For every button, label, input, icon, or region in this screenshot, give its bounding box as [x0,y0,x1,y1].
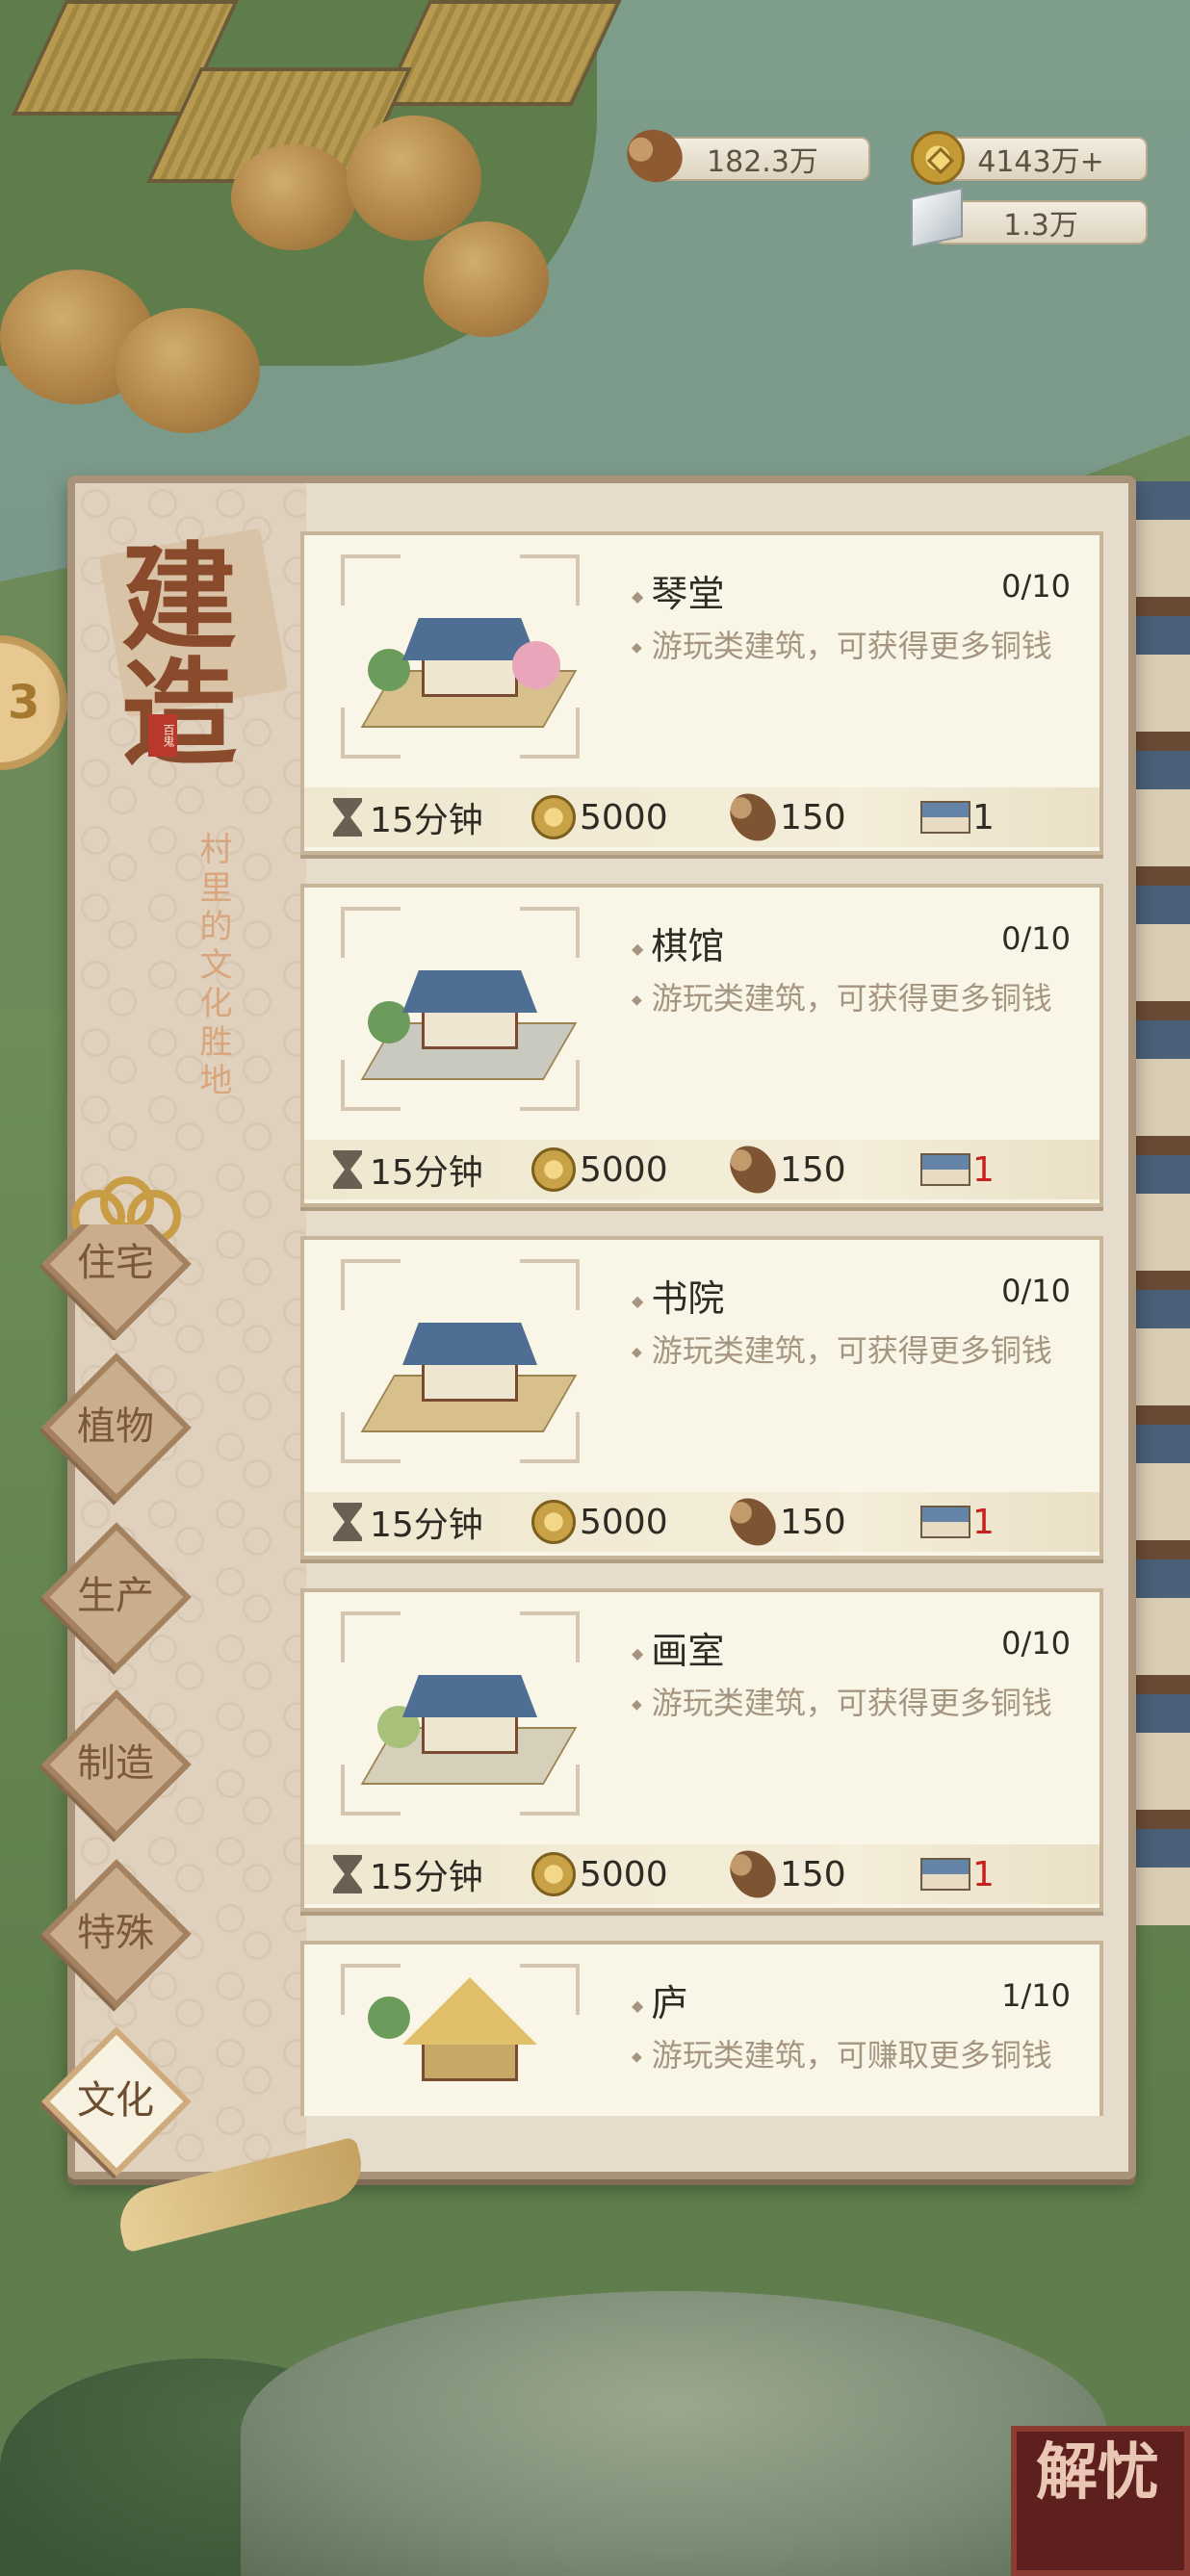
build-title: 建造 百鬼 [98,522,295,772]
tab-label: 制造 [77,1741,154,1786]
house-requirement: 1 [972,797,995,837]
build-time: 15分钟 [370,1858,483,1897]
wood-cost: 150 [780,1502,846,1542]
coin-resource[interactable]: 4143万+ [934,137,1148,181]
coin-cost: 5000 [580,1502,668,1542]
tab-culture[interactable]: 文化 [39,2023,193,2177]
cost-bar: 15分钟 5000 150 1 [304,1843,1099,1905]
house-requirement: 1 [972,1149,995,1190]
build-count: 0/10 [1001,1625,1071,1662]
hourglass-icon [333,1150,362,1189]
building-name: 棋馆 [632,916,724,969]
building-card-huashi[interactable]: 画室 0/10 游玩类建筑，可获得更多铜钱 15分钟 5000 150 1 [300,1588,1103,1912]
copper-coin-icon [531,1147,576,1192]
house-icon [920,1506,970,1538]
building-list[interactable]: 琴堂 0/10 游玩类建筑，可获得更多铜钱 15分钟 5000 150 1 棋馆… [300,526,1103,2116]
wood-log-icon [725,1843,781,1905]
tab-special[interactable]: 特殊 [39,1856,193,2010]
wood-log-icon [725,1139,781,1200]
build-time: 15分钟 [370,1506,483,1545]
hourglass-icon [333,1503,362,1541]
tab-label: 文化 [77,2078,154,2123]
hourglass-icon [333,1855,362,1893]
building-description: 游玩类建筑，可获得更多铜钱 [632,1685,1055,1723]
building-image [360,1660,578,1794]
building-name: 琴堂 [632,564,724,617]
coin-cost: 5000 [580,1854,668,1894]
coin-cost: 5000 [580,1149,668,1190]
cost-bar: 15分钟 5000 150 1 [304,1139,1099,1200]
house-requirement: 1 [972,1502,995,1542]
house-icon [920,1858,970,1891]
tab-label: 生产 [77,1574,154,1618]
tab-manufacturing[interactable]: 制造 [39,1687,193,1841]
copper-coin-icon [911,131,965,185]
hourglass-icon [333,798,362,837]
build-count: 0/10 [1001,920,1071,957]
house-icon [920,801,970,834]
building-name: 书院 [632,1269,724,1322]
panel-title: 建造 [121,530,237,772]
building-card-shuyuan[interactable]: 书院 0/10 游玩类建筑，可获得更多铜钱 15分钟 5000 150 1 [300,1236,1103,1559]
house-requirement: 1 [972,1854,995,1894]
red-seal-stamp: 百鬼 [148,714,177,757]
building-name: 画室 [632,1621,724,1674]
misty-rocks [241,2291,1107,2576]
build-count: 0/10 [1001,568,1071,605]
copper-coin-icon [531,1500,576,1544]
copper-coin-icon [531,1852,576,1896]
category-subtitle: 村里的文化胜地 [194,832,232,1101]
tab-label: 特殊 [77,1911,154,1955]
wood-log-icon [725,786,781,848]
build-time: 15分钟 [370,801,483,840]
wood-resource[interactable]: 182.3万 [655,137,870,181]
wood-cost: 150 [780,1149,846,1190]
build-count: 0/10 [1001,1273,1071,1309]
build-time: 15分钟 [370,1153,483,1193]
wood-log-icon [725,1491,781,1553]
tab-label: 植物 [77,1404,154,1449]
stone-resource[interactable]: 1.3万 [934,200,1148,245]
building-card-qintang[interactable]: 琴堂 0/10 游玩类建筑，可获得更多铜钱 15分钟 5000 150 1 [300,531,1103,855]
copper-coin-icon [531,795,576,839]
wood-amount: 182.3万 [707,145,818,179]
stone-amount: 1.3万 [1003,209,1078,243]
building-image [360,955,578,1090]
autumn-tree [347,116,481,241]
coin-cost: 5000 [580,797,668,837]
build-count: 1/10 [1001,1977,1071,2014]
cost-bar: 15分钟 5000 150 1 [304,1491,1099,1553]
cost-bar: 15分钟 5000 150 1 [304,786,1099,848]
building-name: 庐 [632,1973,687,2026]
autumn-tree [424,221,549,337]
tab-production[interactable]: 生产 [39,1519,193,1673]
building-image [360,1307,578,1442]
building-image [368,1977,560,2112]
building-description: 游玩类建筑，可获得更多铜钱 [632,628,1055,666]
wood-cost: 150 [780,797,846,837]
building-image [360,603,578,737]
building-description: 游玩类建筑，可获得更多铜钱 [632,1332,1055,1371]
house-icon [920,1153,970,1186]
jieyou-label: 解忧 [1036,2436,1159,2509]
wood-cost: 150 [780,1854,846,1894]
building-description: 游玩类建筑，可获得更多铜钱 [632,980,1055,1018]
coin-amount: 4143万+ [977,145,1104,179]
building-card-qiguan[interactable]: 棋馆 0/10 游玩类建筑，可获得更多铜钱 15分钟 5000 150 1 [300,884,1103,1207]
autumn-tree [116,308,260,433]
tab-plants[interactable]: 植物 [39,1350,193,1504]
jieyou-button[interactable]: 解忧 [1011,2426,1190,2576]
autumn-tree [231,144,356,250]
building-description: 游玩类建筑，可赚取更多铜钱 [632,2037,1055,2075]
building-card-lu[interactable]: 庐 1/10 游玩类建筑，可赚取更多铜钱 [300,1941,1103,2116]
